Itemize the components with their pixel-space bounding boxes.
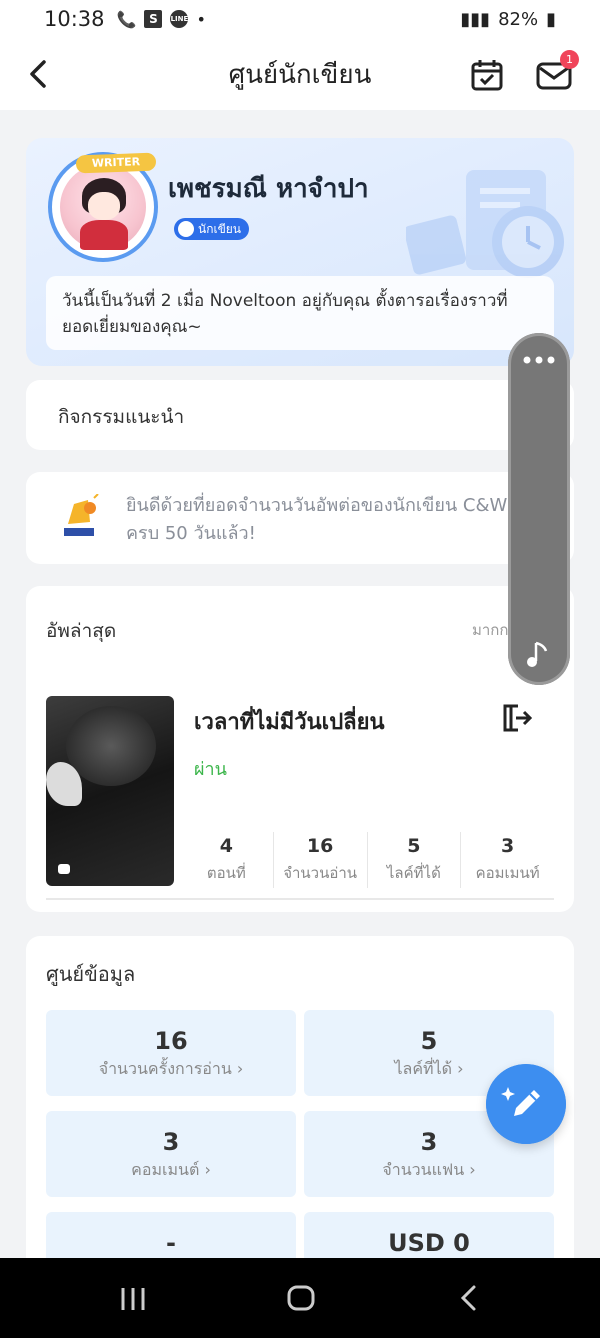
tile-comments[interactable]: 3 คอมเมนต์ › — [46, 1111, 296, 1197]
stat-chapters: 4 ตอนที่ — [180, 832, 274, 888]
status-bar: 10:38 📞 S LINE • ▮▮▮ 82% ▮ — [0, 0, 600, 38]
stat-value: 16 — [306, 835, 334, 857]
stat-value: 5 — [407, 835, 421, 857]
comment-tag-icon — [58, 864, 70, 874]
stat-comments: 3 คอมเมนท์ — [461, 832, 554, 888]
system-icons: ▮▮▮ 82% ▮ — [460, 9, 556, 30]
battery-icon: ▮ — [546, 8, 556, 30]
divider — [46, 898, 554, 900]
tile-read-count[interactable]: 16 จำนวนครั้งการอ่าน › — [46, 1010, 296, 1096]
profile-card: WRITER เพชรมณี หาจำปา นักเขียน วันนี้เป็… — [26, 138, 574, 366]
book-cover[interactable] — [46, 696, 174, 886]
welcome-message: วันนี้เป็นวันที่ 2 เมื่อ Noveltoon อยู่ก… — [46, 276, 554, 350]
tile-label: จำนวนครั้งการอ่าน › — [98, 1059, 244, 1078]
mail-unread-badge: 1 — [560, 50, 579, 69]
notice-text: ยินดีด้วยที่ยอดจำนวนวันอัพต่อของนักเขียน… — [126, 495, 508, 544]
tile-value: USD 0 — [388, 1229, 470, 1257]
book-title[interactable]: เวลาที่ไม่มีวันเปลี่ยน — [194, 704, 385, 739]
notification-icons: 📞 S LINE • — [117, 10, 206, 29]
stat-reads: 16 จำนวนอ่าน — [274, 832, 368, 888]
system-navigation-bar — [0, 1258, 600, 1338]
writer-frame-tag: WRITER — [75, 152, 157, 174]
calendar-check-icon[interactable] — [470, 58, 504, 92]
book-stats: 4 ตอนที่ 16 จำนวนอ่าน 5 ไลค์ที่ได้ 3 คอม… — [180, 832, 554, 888]
megaphone-trophy-icon — [64, 494, 99, 536]
exit-icon[interactable] — [500, 702, 532, 734]
stat-label: คอมเมนท์ — [475, 864, 540, 882]
back-nav-icon[interactable] — [458, 1284, 480, 1312]
home-icon[interactable] — [286, 1284, 316, 1312]
more-dots-icon[interactable] — [522, 355, 556, 365]
latest-update-card: อัพล่าสุด มากก เวลาที่ไม่มีวันเปลี่ยน ผ่… — [26, 586, 574, 912]
write-pen-button[interactable] — [486, 1064, 566, 1144]
app-s-icon: S — [144, 10, 163, 28]
tile-label: คอมเมนต์ › — [131, 1160, 211, 1179]
tile-value: 5 — [420, 1027, 438, 1055]
achievement-notice-card[interactable]: ยินดีด้วยที่ยอดจำนวนวันอัพต่อของนักเขียน… — [26, 472, 574, 564]
pen-badge-icon — [178, 221, 194, 237]
battery-percent: 82% — [498, 8, 539, 30]
tile-label: จำนวนแฟน › — [382, 1160, 476, 1179]
status-time: 10:38 — [44, 7, 105, 31]
back-arrow-icon[interactable] — [24, 56, 54, 92]
line-app-icon: LINE — [170, 10, 189, 28]
recent-apps-icon[interactable] — [118, 1286, 148, 1312]
role-badge: นักเขียน — [174, 218, 250, 240]
data-center-title: ศูนย์ข้อมูล — [46, 962, 136, 986]
book-status: ผ่าน — [194, 759, 227, 780]
stat-label: ไลค์ที่ได้ — [386, 864, 441, 882]
recommended-activity-label: กิจกรรมแนะนำ — [58, 406, 185, 428]
recommended-activity-card[interactable]: กิจกรรมแนะนำ — [26, 380, 574, 450]
clock-document-decoration-icon — [406, 170, 564, 278]
music-note-icon[interactable] — [526, 639, 550, 669]
signal-icon: ▮▮▮ — [460, 8, 491, 30]
stat-label: ตอนที่ — [206, 864, 246, 882]
more-link[interactable]: มากก — [472, 618, 508, 642]
author-name: เพชรมณี หาจำปา — [168, 174, 369, 204]
tile-value: - — [166, 1229, 176, 1257]
stat-value: 3 — [501, 835, 515, 857]
tile-value: 16 — [154, 1027, 188, 1055]
app-header: ศูนย์นักเขียน 1 — [0, 38, 600, 110]
missed-call-icon: 📞 — [116, 9, 137, 29]
avatar-illustration — [60, 164, 146, 250]
stat-likes: 5 ไลค์ที่ได้ — [368, 832, 462, 888]
stat-label: จำนวนอ่าน — [283, 864, 358, 882]
latest-update-title: อัพล่าสุด — [46, 620, 117, 642]
floating-side-panel[interactable] — [508, 333, 570, 685]
tile-value: 3 — [162, 1128, 180, 1156]
page-title: ศูนย์นักเขียน — [228, 59, 372, 90]
role-label: นักเขียน — [198, 222, 242, 236]
dot-icon: • — [196, 9, 206, 29]
stat-value: 4 — [219, 835, 233, 857]
